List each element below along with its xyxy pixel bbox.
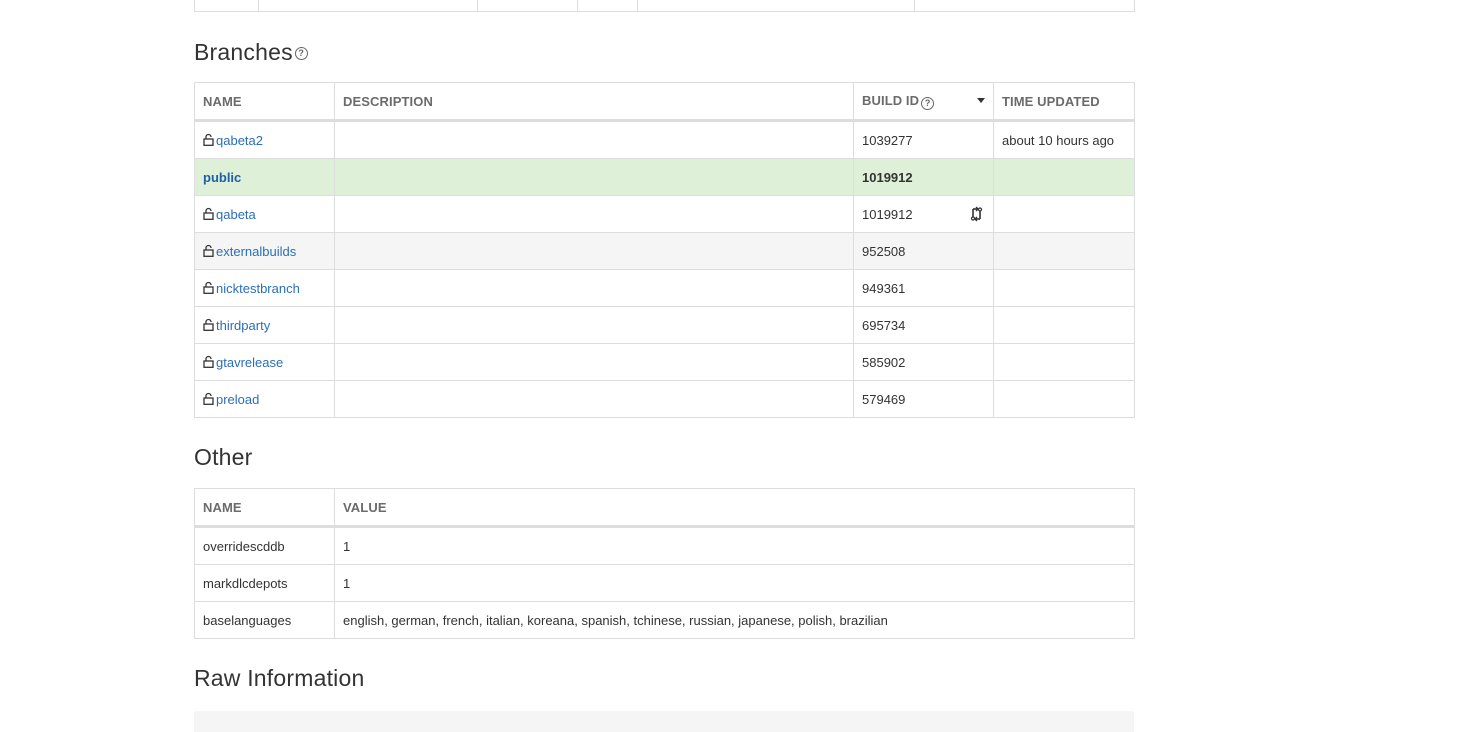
other-header-row: NAME VALUE: [194, 488, 1135, 528]
branch-build-id: 695734: [853, 306, 994, 344]
other-title: Other: [194, 444, 253, 470]
other-name: markdlcdepots: [194, 564, 335, 602]
column-header-build-id[interactable]: BUILD ID?: [853, 82, 994, 122]
branch-description: [334, 306, 854, 344]
build-id-label: BUILD ID: [862, 92, 920, 108]
branch-time-updated: [993, 158, 1135, 196]
table-row: baselanguages english, german, french, i…: [194, 601, 1135, 639]
branch-name-cell: thirdparty: [194, 306, 335, 344]
other-table: NAME VALUE overridescddb 1 markdlcdepots…: [194, 488, 1135, 639]
branch-name-cell: externalbuilds: [194, 232, 335, 270]
lock-icon: [203, 207, 214, 220]
column-header-name[interactable]: NAME: [194, 82, 335, 122]
branch-build-id: 1039277: [853, 120, 994, 159]
branches-header-row: NAME DESCRIPTION BUILD ID? TIME UPDATED: [194, 82, 1135, 122]
table-row: overridescddb 1: [194, 526, 1135, 565]
table-row: preload 579469: [194, 380, 1135, 418]
table-row: nicktestbranch 949361: [194, 269, 1135, 307]
branch-description: [334, 343, 854, 381]
table-row: thirdparty 695734: [194, 306, 1135, 344]
table-row: gtavrelease 585902: [194, 343, 1135, 381]
branch-description: [334, 269, 854, 307]
lock-icon: [203, 392, 214, 405]
column-header-value[interactable]: VALUE: [334, 488, 1135, 528]
branches-title: Branches: [194, 39, 293, 65]
table-row: qabeta2 1039277 about 10 hours ago: [194, 120, 1135, 159]
branch-build-id: 1019912: [862, 206, 913, 222]
previous-table-bottom: [194, 0, 1135, 12]
branch-link[interactable]: nicktestbranch: [216, 281, 300, 296]
column-header-time-updated[interactable]: TIME UPDATED: [993, 82, 1135, 122]
branch-name-cell: public: [194, 158, 335, 196]
branch-link[interactable]: gtavrelease: [216, 355, 283, 370]
lock-icon: [203, 281, 214, 294]
branch-description: [334, 380, 854, 418]
branch-time-updated: about 10 hours ago: [993, 120, 1135, 159]
lock-icon: [203, 133, 214, 146]
lock-icon: [203, 355, 214, 368]
branches-table: NAME DESCRIPTION BUILD ID? TIME UPDATED …: [194, 82, 1135, 418]
column-header-name[interactable]: NAME: [194, 488, 335, 528]
branch-time-updated: [993, 195, 1135, 233]
page: Branches? NAME DESCRIPTION BUILD ID? TIM…: [0, 0, 1466, 732]
column-header-description[interactable]: DESCRIPTION: [334, 82, 854, 122]
branch-build-id: 1019912: [853, 158, 994, 196]
branch-time-updated: [993, 232, 1135, 270]
branch-build-id: 585902: [853, 343, 994, 381]
help-icon[interactable]: ?: [294, 47, 308, 61]
branch-name-cell: qabeta: [194, 195, 335, 233]
branch-name-cell: gtavrelease: [194, 343, 335, 381]
branch-name-cell: qabeta2: [194, 120, 335, 159]
branch-name-cell: preload: [194, 380, 335, 418]
branches-heading: Branches?: [194, 39, 308, 66]
branch-link[interactable]: qabeta2: [216, 133, 263, 148]
branch-build-id: 949361: [853, 269, 994, 307]
branch-time-updated: [993, 269, 1135, 307]
other-heading: Other: [194, 444, 253, 471]
branch-time-updated: [993, 380, 1135, 418]
other-name: overridescddb: [194, 526, 335, 565]
branch-time-updated: [993, 343, 1135, 381]
branch-build-id: 952508: [853, 232, 994, 270]
lock-icon: [203, 244, 214, 257]
branch-description: [334, 120, 854, 159]
branch-build-id-cell: 1019912: [853, 195, 994, 233]
table-row: externalbuilds 952508: [194, 232, 1135, 270]
sort-caret-icon[interactable]: [977, 98, 985, 103]
raw-heading: Raw Information: [194, 665, 364, 692]
branch-link[interactable]: externalbuilds: [216, 244, 296, 259]
other-value: 1: [334, 564, 1135, 602]
table-row: markdlcdepots 1: [194, 564, 1135, 602]
table-row: public 1019912: [194, 158, 1135, 196]
raw-title: Raw Information: [194, 665, 365, 691]
branch-description: [334, 195, 854, 233]
lock-icon: [203, 318, 214, 331]
branch-link[interactable]: public: [203, 170, 241, 185]
raw-information-box: [194, 711, 1134, 732]
branch-description: [334, 232, 854, 270]
branch-link[interactable]: thirdparty: [216, 318, 270, 333]
table-row: qabeta 1019912: [194, 195, 1135, 233]
help-icon[interactable]: ?: [921, 96, 935, 110]
branch-link[interactable]: qabeta: [216, 207, 256, 222]
branch-link[interactable]: preload: [216, 392, 259, 407]
branch-build-id: 579469: [853, 380, 994, 418]
other-value: english, german, french, italian, korean…: [334, 601, 1135, 639]
branch-name-cell: nicktestbranch: [194, 269, 335, 307]
diff-icon[interactable]: [969, 206, 985, 222]
branch-time-updated: [993, 306, 1135, 344]
other-value: 1: [334, 526, 1135, 565]
other-name: baselanguages: [194, 601, 335, 639]
branch-description: [334, 158, 854, 196]
